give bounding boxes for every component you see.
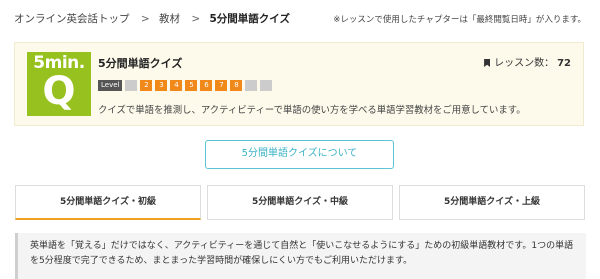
level-box: 5 <box>185 80 198 91</box>
lesson-count: レッスン数： 72 <box>484 54 571 69</box>
course-description: クイズで単語を推測し、アクティビティーで単語の使い方を学べる単語学習教材をご用意… <box>98 105 526 116</box>
breadcrumb: オンライン英会話トップ > 教材 > 5分間単語クイズ <box>14 11 290 26</box>
course-card: 5min. Q 5分間単語クイズ レッスン数： 72 Level 2 3 4 5 … <box>14 42 584 126</box>
course-title: 5分間単語クイズ <box>98 57 183 70</box>
bookmark-icon <box>484 59 491 67</box>
tab-intermediate[interactable]: 5分間単語クイズ・中級 <box>207 185 393 220</box>
breadcrumb-separator: > <box>140 13 150 25</box>
tab-beginner[interactable]: 5分間単語クイズ・初級 <box>15 185 201 220</box>
level-indicator: Level 2 3 4 5 6 7 8 <box>98 80 275 91</box>
logo-text-main: Q <box>42 69 76 114</box>
lesson-count-label: レッスン数： <box>494 58 555 69</box>
level-box: 4 <box>170 80 183 91</box>
lesson-count-value: 72 <box>557 58 571 69</box>
level-box: 2 <box>140 80 153 91</box>
level-box <box>125 80 138 91</box>
level-tabs: 5分間単語クイズ・初級 5分間単語クイズ・中級 5分間単語クイズ・上級 <box>15 185 586 220</box>
breadcrumb-link-materials[interactable]: 教材 <box>159 13 180 25</box>
tab-advanced[interactable]: 5分間単語クイズ・上級 <box>399 185 585 220</box>
tab-description: 英単語を「覚える」だけではなく、アクティビティーを通じて自然と「使いこなせるよう… <box>15 233 586 279</box>
about-quiz-button[interactable]: 5分間単語クイズについて <box>205 140 394 169</box>
level-box: 3 <box>155 80 168 91</box>
level-label: Level <box>98 80 123 91</box>
breadcrumb-link-top[interactable]: オンライン英会話トップ <box>14 13 130 25</box>
level-box <box>260 80 273 91</box>
breadcrumb-separator: > <box>191 13 201 25</box>
breadcrumb-current: 5分間単語クイズ <box>209 13 291 25</box>
chapter-note: ※レッスンで使用したチャプターは「最終閲覧日時」が入ります。 <box>333 15 586 25</box>
level-box: 7 <box>215 80 228 91</box>
level-box: 6 <box>200 80 213 91</box>
level-box: 8 <box>230 80 243 91</box>
level-box <box>245 80 258 91</box>
course-logo: 5min. Q <box>27 52 91 116</box>
